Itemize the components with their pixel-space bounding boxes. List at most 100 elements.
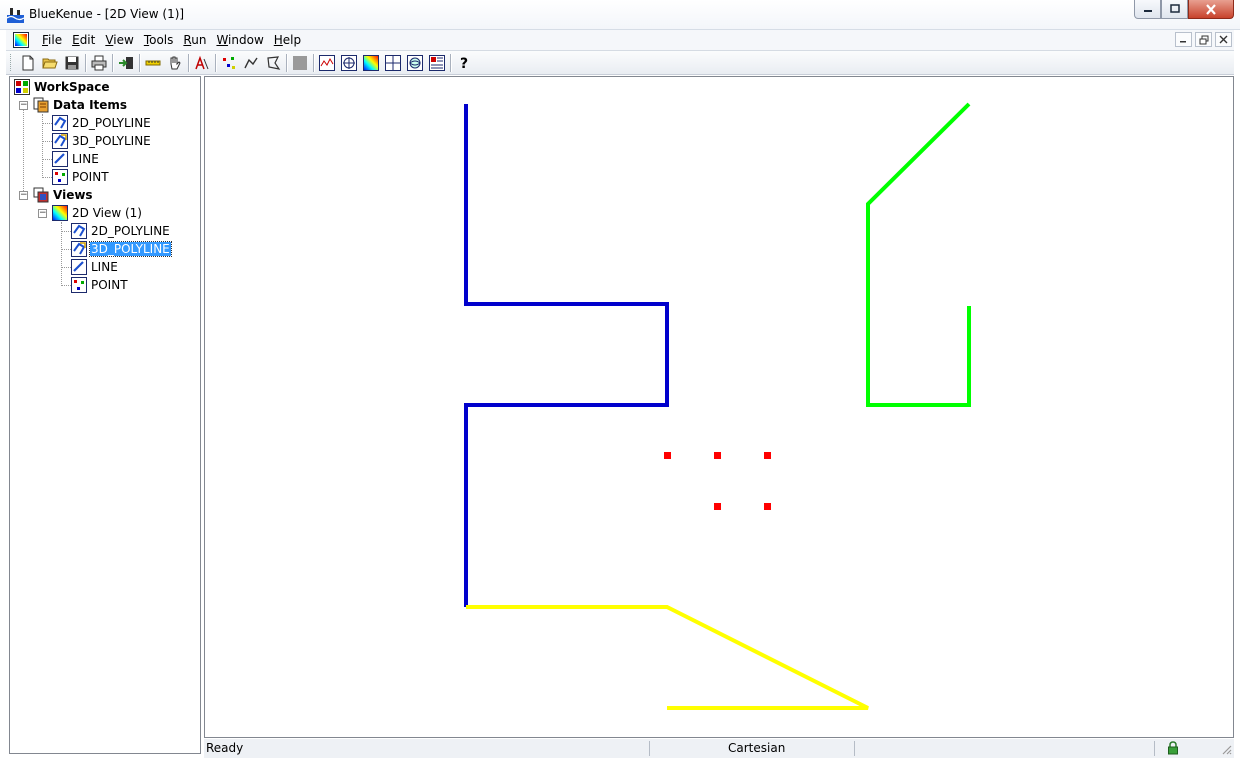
3d-view-icon: [407, 54, 423, 71]
toolbar-separator: [85, 53, 86, 72]
polyline-button[interactable]: [240, 52, 262, 74]
open-button[interactable]: [39, 52, 61, 74]
tree-item-label: LINE: [91, 260, 118, 274]
green-polyline[interactable]: [866, 102, 971, 407]
points-button[interactable]: [218, 52, 240, 74]
map-point[interactable]: [764, 452, 771, 459]
map-point[interactable]: [714, 452, 721, 459]
collapse-views-toggle[interactable]: −: [19, 191, 28, 200]
menu-view[interactable]: View: [100, 30, 138, 50]
target-view-button[interactable]: [338, 52, 360, 74]
minimize-button[interactable]: [1134, 0, 1161, 19]
table-view-button[interactable]: [426, 52, 448, 74]
resize-grip-icon[interactable]: [1220, 743, 1232, 755]
table-view-icon: [429, 54, 445, 71]
tree-item-workspace[interactable]: WorkSpace: [14, 78, 111, 96]
disabled-icon: [293, 55, 307, 70]
import-button[interactable]: [115, 52, 137, 74]
menu-edit[interactable]: Edit: [67, 30, 100, 50]
map-point[interactable]: [764, 503, 771, 510]
tree-item-view-point[interactable]: POINT: [71, 276, 129, 294]
polyline-layer-icon: [52, 115, 68, 131]
toolbar-grip[interactable]: [10, 54, 13, 71]
new-file-icon: [22, 55, 34, 70]
close-button[interactable]: [1188, 0, 1234, 19]
toolbar-separator: [450, 53, 451, 72]
tree-item-label: POINT: [91, 278, 128, 292]
3d-view-button[interactable]: [404, 52, 426, 74]
2d-view-canvas[interactable]: [204, 76, 1234, 738]
2d-view-icon: [363, 54, 379, 71]
coordinate-system: Cartesian: [728, 741, 786, 755]
maximize-button[interactable]: [1161, 0, 1188, 19]
pan-button[interactable]: [164, 52, 186, 74]
print-button[interactable]: [88, 52, 110, 74]
views-icon: [33, 187, 49, 203]
restore-icon: [1199, 35, 1208, 44]
mdi-close-button[interactable]: [1215, 32, 1232, 47]
toolbar-separator: [112, 53, 113, 72]
polygon-button[interactable]: [262, 52, 284, 74]
map-point[interactable]: [664, 452, 671, 459]
measure-button[interactable]: [142, 52, 164, 74]
menu-window[interactable]: Window: [211, 30, 268, 50]
print-icon: [91, 55, 107, 70]
mdi-minimize-button[interactable]: [1175, 32, 1192, 47]
tree-item-label: Views: [53, 188, 93, 202]
tree-item-view-2d-polyline[interactable]: 2D_POLYLINE: [71, 222, 171, 240]
tree-item-data-3d-polyline[interactable]: 3D_POLYLINE: [52, 132, 152, 150]
open-folder-icon: [42, 58, 58, 68]
workspace-tree[interactable]: − − − WorkSpace Data Items 2D_POLYLINE 3…: [9, 76, 201, 754]
point-layer-icon: [71, 277, 87, 293]
mdi-restore-button[interactable]: [1195, 32, 1212, 47]
tree-item-label: 2D_POLYLINE: [91, 224, 170, 238]
status-message: Ready: [206, 741, 244, 755]
menu-help[interactable]: Help: [269, 30, 306, 50]
tree-item-data-2d-polyline[interactable]: 2D_POLYLINE: [52, 114, 152, 132]
disabled-tool-button[interactable]: [289, 52, 311, 74]
tree-item-data-point[interactable]: POINT: [52, 168, 110, 186]
tree-connector: [43, 123, 52, 124]
blue-polyline[interactable]: [464, 104, 669, 607]
collapse-data-items-toggle[interactable]: −: [19, 101, 28, 110]
toolbar-separator: [313, 53, 314, 72]
menu-run[interactable]: Run: [178, 30, 211, 50]
target-view-icon: [341, 54, 357, 71]
collapse-2d-view-toggle[interactable]: −: [38, 209, 47, 218]
map-point[interactable]: [714, 503, 721, 510]
tree-item-data-items[interactable]: Data Items: [33, 96, 128, 114]
help-button[interactable]: ?: [453, 52, 475, 74]
status-divider: [854, 741, 855, 756]
2d-view-button[interactable]: [360, 52, 382, 74]
tree-item-2d-view[interactable]: 2D View (1): [52, 204, 143, 222]
point-set[interactable]: [664, 452, 771, 510]
tree-connector: [62, 267, 71, 268]
window-title: BlueKenue - [2D View (1)]: [29, 7, 185, 21]
tree-item-view-3d-polyline[interactable]: 3D_POLYLINE: [71, 240, 172, 258]
save-button[interactable]: [61, 52, 83, 74]
line-layer-icon: [71, 259, 87, 275]
menu-file[interactable]: File: [37, 30, 67, 50]
lock-icon: [1168, 741, 1178, 755]
document-icon[interactable]: [13, 32, 29, 48]
main-toolbar: ?: [6, 50, 1234, 75]
tree-connector: [62, 231, 71, 232]
status-bar: Ready Cartesian: [204, 739, 1234, 758]
pan-hand-icon: [170, 56, 181, 69]
new-button[interactable]: [17, 52, 39, 74]
grid-view-button[interactable]: [382, 52, 404, 74]
tree-item-data-line[interactable]: LINE: [52, 150, 100, 168]
toolbar-separator: [215, 53, 216, 72]
profile-view-button[interactable]: [316, 52, 338, 74]
tree-connector: [23, 105, 24, 195]
tree-item-label: 2D_POLYLINE: [72, 116, 151, 130]
3d-polyline-layer-icon: [71, 241, 87, 257]
text-annotation-button[interactable]: [191, 52, 213, 74]
menu-tools[interactable]: Tools: [139, 30, 179, 50]
2d-view-drawing[interactable]: [205, 77, 1233, 737]
yellow-line[interactable]: [466, 605, 869, 710]
menu-bar: File Edit View Tools Run Window Help: [6, 30, 1234, 50]
tree-item-views[interactable]: Views: [33, 186, 94, 204]
measure-ruler-icon: [145, 60, 161, 65]
tree-item-view-line[interactable]: LINE: [71, 258, 119, 276]
